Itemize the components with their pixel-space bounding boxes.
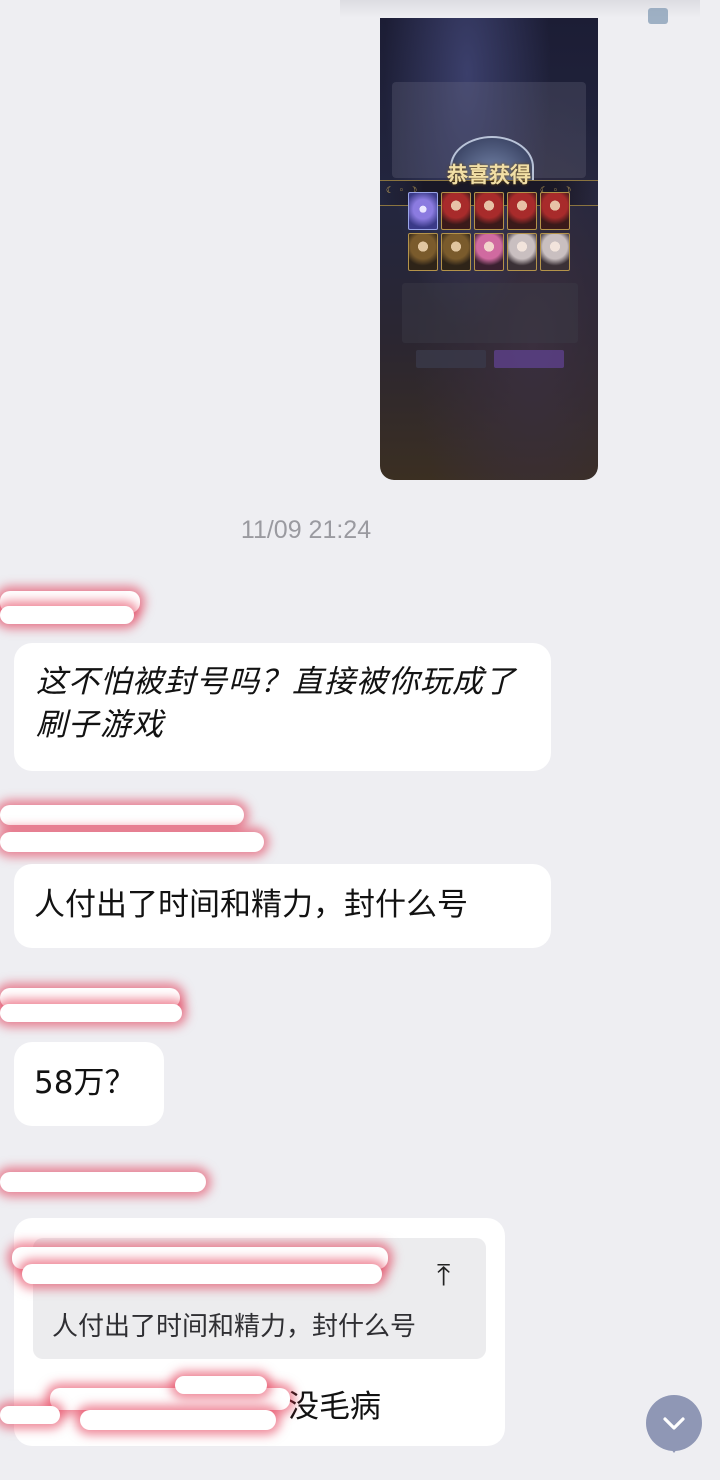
top-bar-fade [340,0,700,18]
redacted-sender-name [0,1004,182,1022]
reward-card [540,233,570,271]
redacted-sender-name [0,1172,206,1192]
redacted-sender-name [0,832,264,852]
avatar[interactable] [648,8,668,24]
jump-to-quote-icon[interactable]: ⤒ [437,1258,450,1293]
screenshot-reward-grid [408,192,570,271]
reward-card [540,192,570,230]
message-text: 58万？ [34,1065,136,1101]
screenshot-bottom-panel [402,283,578,343]
reward-card [408,192,438,230]
reward-card [441,233,471,271]
reward-card [507,233,537,271]
redacted-reply-text [0,1406,60,1424]
redacted-reply-text [175,1376,267,1394]
reward-card [408,233,438,271]
message-bubble[interactable]: 58万？ [14,1042,164,1126]
redacted-sender-name [0,805,244,825]
screenshot-button-right [494,350,564,368]
message-timestamp: 11/09 21:24 [240,516,372,544]
reply-message-text: 没毛病 [288,1389,381,1425]
message-text: 人付出了时间和精力，封什么号 [34,887,468,923]
screenshot-button-left [416,350,486,368]
reward-card [474,233,504,271]
redacted-reply-text [80,1410,276,1430]
quoted-message-text: 人付出了时间和精力，封什么号 [52,1312,417,1342]
chevron-down-icon [663,1417,685,1430]
message-text: 这不怕被封号吗？直接被你玩成了刷子游戏 [36,664,516,743]
message-bubble[interactable]: 人付出了时间和精力，封什么号 [14,864,551,948]
shared-game-screenshot[interactable]: 恭喜获得 ☾ ◦ ☽ ☾ ◦ ☽ [380,18,598,480]
screenshot-banner-text: 恭喜获得 [447,162,531,187]
redacted-quote-author [22,1264,382,1284]
message-bubble[interactable]: 这不怕被封号吗？直接被你玩成了刷子游戏 [14,643,551,771]
redacted-sender-name [0,606,134,624]
reward-card [507,192,537,230]
reward-card [441,192,471,230]
reward-card [474,192,504,230]
scroll-to-bottom-button[interactable] [646,1395,702,1453]
